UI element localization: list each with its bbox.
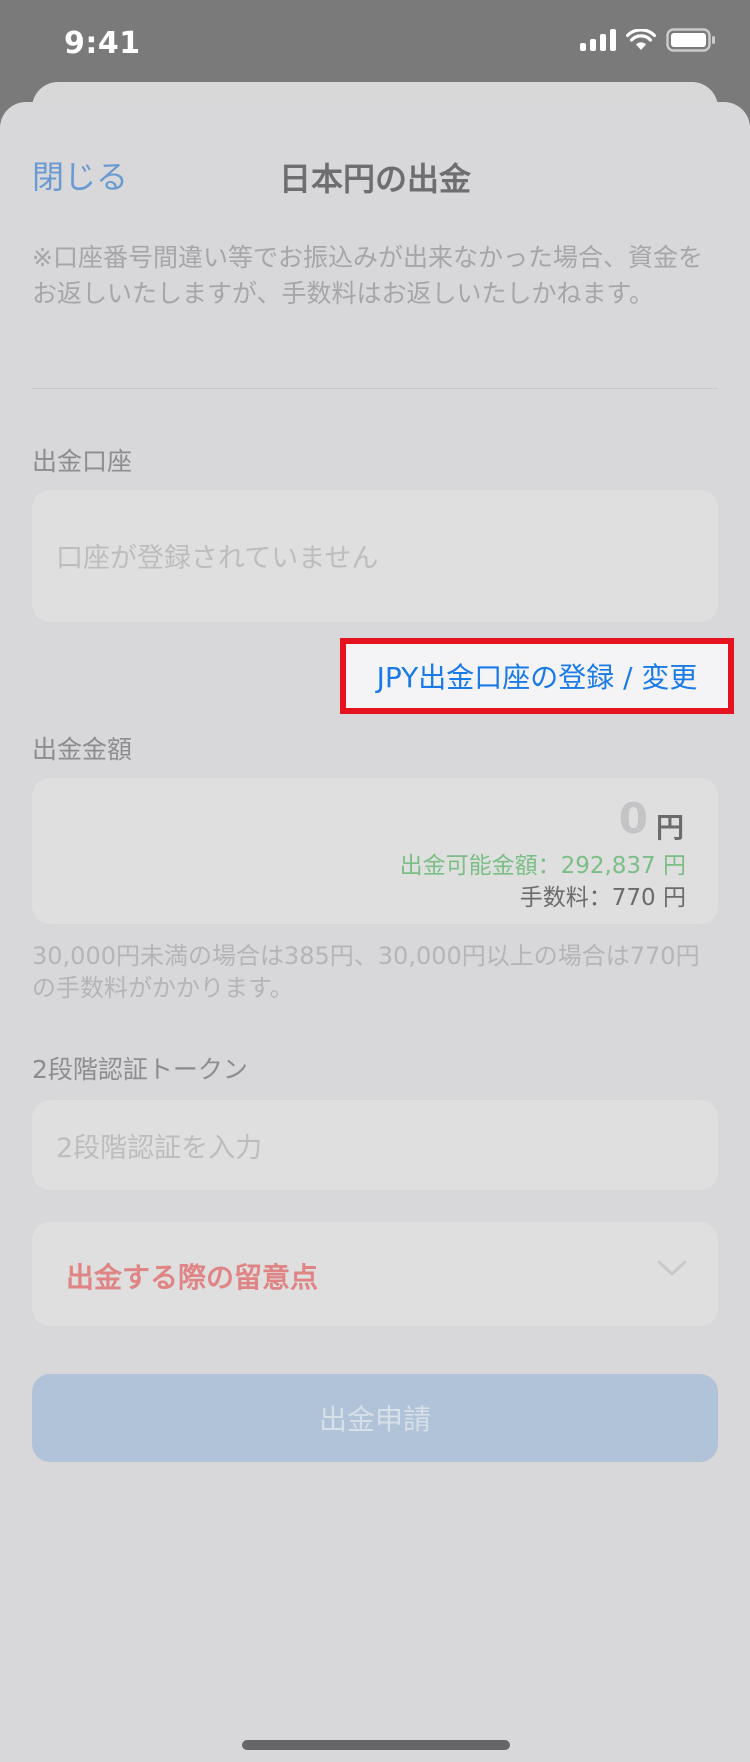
amount-unit: 円 [655, 811, 684, 844]
account-field[interactable]: 口座が登録されていません [32, 490, 718, 622]
account-label: 出金口座 [32, 447, 133, 476]
chevron-down-icon [656, 1258, 688, 1282]
withdrawal-notes-accordion[interactable]: 出金する際の留意点 [32, 1222, 718, 1326]
status-bar: 9:41 [0, 0, 750, 92]
wifi-icon [626, 29, 656, 51]
notes-label: 出金する際の留意点 [66, 1261, 319, 1294]
fee-note: 30,000円未満の場合は385円、30,000円以上の場合は770円の手数料が… [32, 942, 700, 1002]
status-icons [580, 28, 716, 52]
available-amount: 出金可能金額：292,837 円 [399, 853, 686, 879]
token-label: 2段階認証トークン [32, 1055, 248, 1084]
fee-amount: 手数料：770 円 [519, 885, 686, 911]
battery-icon [666, 28, 716, 52]
submit-withdrawal-button[interactable]: 出金申請 [32, 1374, 718, 1462]
withdrawal-sheet: 閉じる 日本円の出金 ※口座番号間違い等でお振込みが出来なかった場合、資金をお返… [0, 102, 750, 1762]
token-input[interactable]: 2段階認証を入力 [32, 1100, 718, 1190]
account-placeholder: 口座が登録されていません [56, 543, 379, 574]
divider [32, 388, 718, 389]
page-title: 日本円の出金 [278, 160, 471, 198]
cellular-signal-icon [580, 29, 616, 51]
account-link-highlight: JPY出金口座の登録 / 変更 [340, 638, 734, 714]
amount-value: 0 [618, 794, 648, 843]
token-placeholder: 2段階認証を入力 [56, 1133, 263, 1164]
status-time: 9:41 [64, 26, 141, 61]
register-account-link[interactable]: JPY出金口座の登録 / 変更 [377, 656, 698, 696]
amount-field[interactable]: 0 円 出金可能金額：292,837 円 手数料：770 円 [32, 778, 718, 924]
amount-label: 出金金額 [32, 735, 133, 764]
notice-text: ※口座番号間違い等でお振込みが出来なかった場合、資金をお返しいたしますが、手数料… [32, 243, 703, 308]
home-indicator [242, 1740, 510, 1750]
